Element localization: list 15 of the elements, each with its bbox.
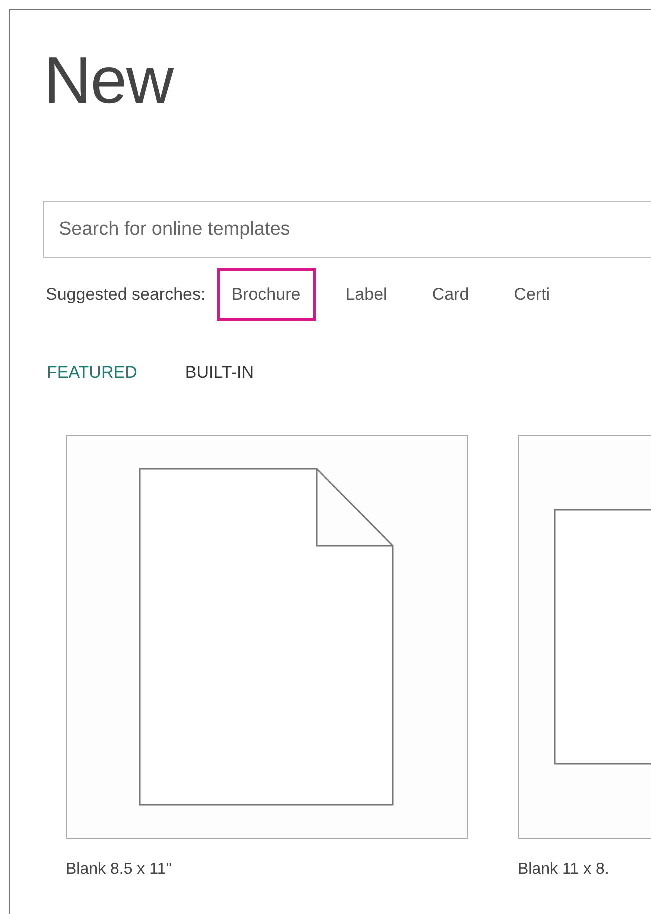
suggested-search-link[interactable]: Card (417, 268, 484, 321)
template-name: Blank 11 x 8. (518, 861, 610, 879)
suggested-search-link[interactable]: Certi (499, 268, 566, 321)
tab[interactable]: FEATURED (47, 363, 138, 383)
template-thumbnail[interactable] (518, 435, 651, 839)
blank-page-icon (554, 509, 651, 765)
template-name: Blank 8.5 x 11" (66, 861, 172, 879)
page-title: New (44, 42, 174, 119)
tab[interactable]: BUILT-IN (185, 363, 254, 383)
suggested-search-link[interactable]: Label (330, 268, 402, 321)
template-thumbnail[interactable] (66, 435, 468, 839)
blank-page-icon (139, 468, 395, 806)
suggested-search-link[interactable]: Brochure (216, 268, 316, 321)
search-field[interactable]: Search for online templates (43, 201, 651, 258)
suggested-searches-label: Suggested searches: (46, 284, 206, 304)
